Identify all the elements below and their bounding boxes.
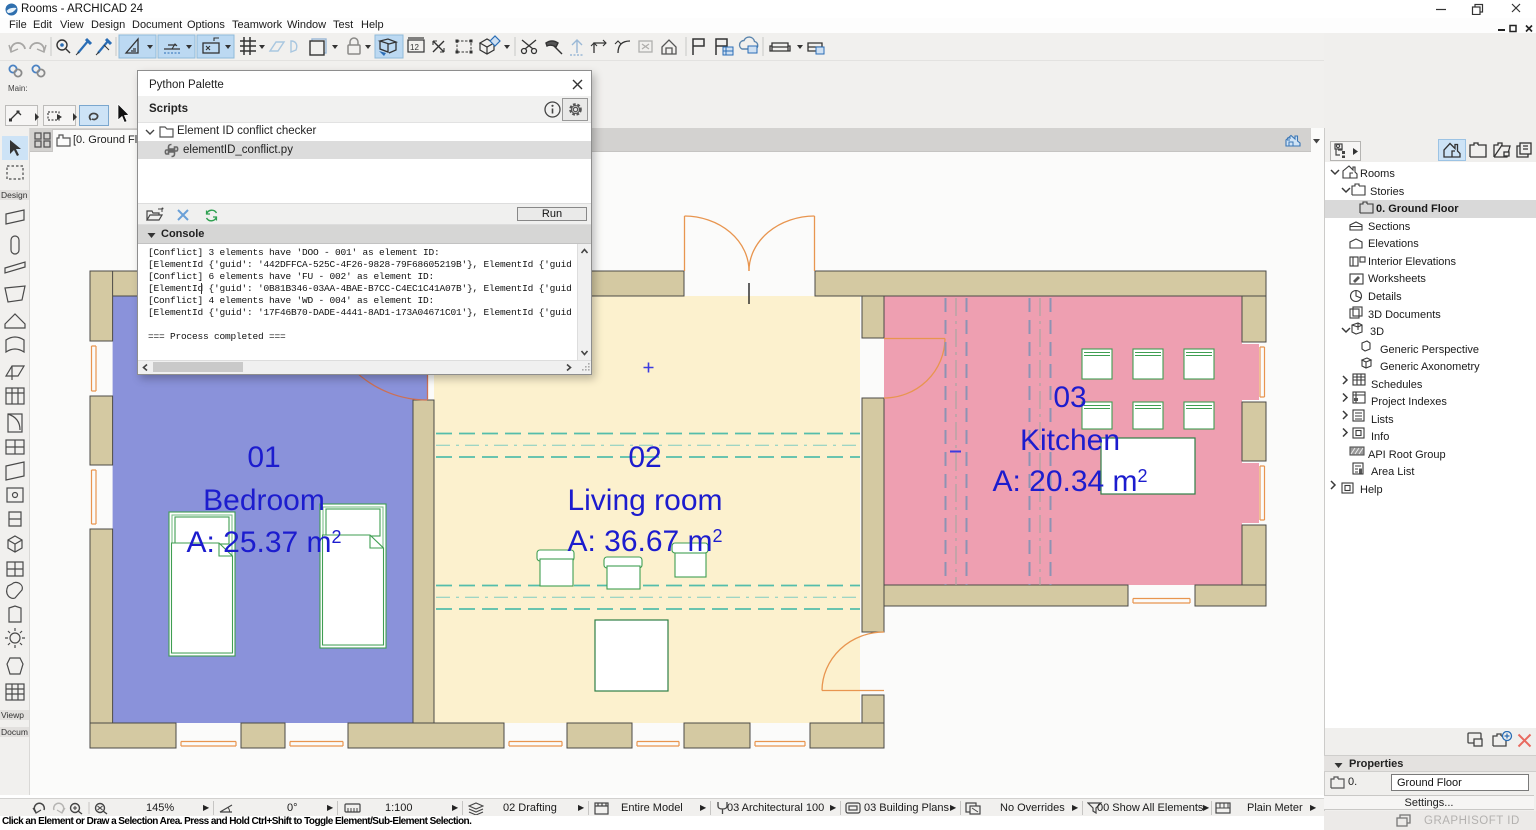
svg-text:A: 36.67 m2: A: 36.67 m2 [567,525,722,558]
svg-text:A: 20.34 m2: A: 20.34 m2 [992,465,1147,498]
svg-text:A: 25.37 m2: A: 25.37 m2 [186,526,341,559]
svg-text:Living room: Living room [567,484,722,517]
svg-text:01: 01 [247,441,280,474]
svg-text:Bedroom: Bedroom [203,484,325,517]
svg-text:02: 02 [628,441,661,474]
svg-text:Kitchen: Kitchen [1020,424,1120,457]
svg-text:03: 03 [1053,381,1086,414]
svg-text:12: 12 [410,43,419,52]
